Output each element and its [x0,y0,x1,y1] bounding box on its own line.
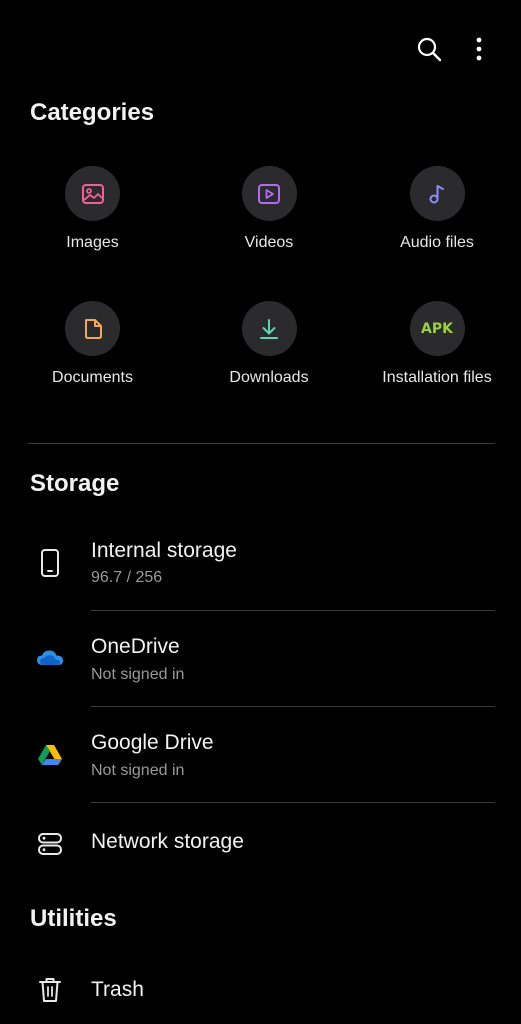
utility-item-trash[interactable]: Trash [0,960,521,1020]
category-installation-files[interactable]: APK Installation files [353,301,521,436]
onedrive-cloud-icon [34,642,66,674]
music-note-icon [409,166,465,221]
categories-heading: Categories [30,99,155,126]
storage-item-google-drive[interactable]: Google Drive Not signed in [0,722,521,802]
storage-item-network[interactable]: Network storage [0,812,521,876]
category-label: Downloads [229,369,309,386]
category-label: Audio files [400,234,474,251]
apk-badge: APK [421,320,453,337]
image-icon [65,166,120,221]
storage-heading: Storage [30,470,120,497]
video-icon [241,166,297,221]
more-vertical-icon[interactable] [461,31,497,67]
top-app-bar [0,0,521,100]
row-separator [91,610,495,611]
download-icon [241,301,297,356]
category-label: Images [66,234,119,251]
apk-icon: APK [409,301,465,356]
category-images[interactable]: Images [0,166,185,301]
storage-status: Not signed in [91,666,185,683]
storage-status: Not signed in [91,762,185,779]
storage-title: Internal storage [91,539,237,562]
storage-title: OneDrive [91,635,180,658]
category-documents[interactable]: Documents [0,301,185,436]
category-label: Documents [52,369,133,386]
trash-icon [34,974,66,1006]
utility-title: Trash [91,978,144,1001]
storage-usage: 96.7 / 256 [91,569,163,586]
utilities-heading: Utilities [30,905,117,932]
section-divider [28,443,495,444]
category-downloads[interactable]: Downloads [185,301,353,436]
phone-icon [34,547,66,579]
categories-grid: Images Videos Audio files Documents Down… [0,166,521,436]
category-label: Installation files [382,369,492,386]
row-separator [91,802,495,803]
storage-item-internal[interactable]: Internal storage 96.7 / 256 [0,530,521,610]
storage-title: Google Drive [91,731,214,754]
category-videos[interactable]: Videos [185,166,353,301]
search-icon[interactable] [411,31,447,67]
google-drive-icon [34,739,66,771]
category-label: Videos [244,234,294,251]
server-icon [34,828,66,860]
storage-title: Network storage [91,830,244,853]
row-separator [91,706,495,707]
storage-item-onedrive[interactable]: OneDrive Not signed in [0,626,521,706]
document-icon [65,301,120,356]
category-audio-files[interactable]: Audio files [353,166,521,301]
